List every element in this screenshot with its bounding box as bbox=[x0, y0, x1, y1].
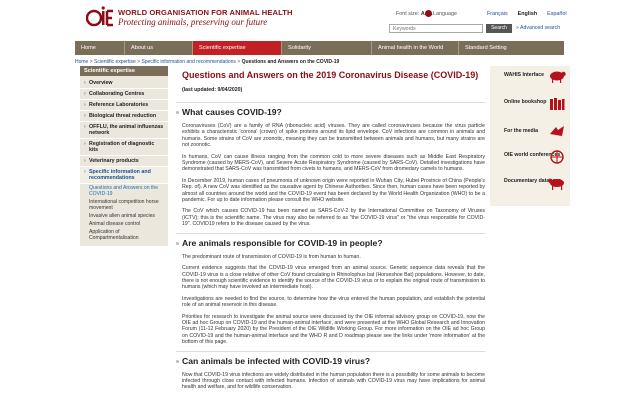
sidebar-subitem-invasive-species[interactable]: Invasive alien animal species bbox=[80, 212, 168, 220]
paragraph: In humans, CoV can cause illness ranging… bbox=[182, 153, 485, 173]
lang-espanol[interactable]: Español bbox=[547, 11, 566, 17]
section-heading: What causes COVID-19? bbox=[176, 102, 485, 117]
language-label: Language bbox=[433, 11, 457, 17]
sidebar-item-specific-info[interactable]: Specific information and recommendations bbox=[80, 167, 168, 184]
header: WORLD ORGANISATION FOR ANIMAL HEALTH Pro… bbox=[0, 0, 640, 38]
paragraph: Current evidence suggests that the COVID… bbox=[182, 265, 485, 291]
sidebar-subitem-horse-movement[interactable]: International competition horse movement bbox=[80, 198, 168, 212]
paragraph: The CoV which causes COVID-19 has been n… bbox=[182, 208, 485, 228]
nav-animal-health-world[interactable]: Animal health in the World bbox=[372, 41, 459, 55]
sidebar-list: Overview Collaborating Centres Reference… bbox=[80, 76, 168, 246]
nav-home[interactable]: Home bbox=[75, 41, 125, 55]
sidebar-item-reference-laboratories[interactable]: Reference Laboratories bbox=[80, 100, 168, 111]
sidebar-item-offlu[interactable]: OFFLU, the animal influenzas network bbox=[80, 122, 168, 139]
search-input[interactable] bbox=[389, 24, 483, 33]
font-size-label: Font size: bbox=[396, 11, 420, 17]
language-switcher: Français English Español bbox=[487, 11, 567, 17]
left-sidebar: Scientific expertise Overview Collaborat… bbox=[80, 66, 168, 336]
lang-english[interactable]: English bbox=[518, 11, 537, 17]
main-content: Questions and Answers on the 2019 Corona… bbox=[176, 66, 485, 400]
breadcrumb-specific-info[interactable]: Specific information and recommendations bbox=[141, 59, 236, 65]
nav-solidarity[interactable]: Solidarity bbox=[282, 41, 372, 55]
sidebar-item-collaborating-centres[interactable]: Collaborating Centres bbox=[80, 89, 168, 100]
right-sidebar: WAHIS Interface Online bookshop For the … bbox=[490, 66, 570, 206]
search-button[interactable]: Search bbox=[486, 24, 512, 33]
paragraph: Investigations are needed to find the so… bbox=[182, 295, 485, 309]
sidebar-title: Scientific expertise bbox=[80, 66, 168, 76]
cow-icon bbox=[548, 179, 564, 190]
sidebar-item-diagnostic-kits[interactable]: Registration of diagnostic kits bbox=[80, 139, 168, 156]
bullet-icon bbox=[176, 359, 179, 363]
sidebar-subitem-disease-control[interactable]: Animal disease control bbox=[80, 220, 168, 228]
org-tagline: Protecting animals, preserving our futur… bbox=[118, 17, 268, 27]
right-link-media[interactable]: For the media bbox=[504, 128, 538, 134]
right-link-bookshop[interactable]: Online bookshop bbox=[504, 99, 546, 105]
sheep-icon bbox=[550, 71, 566, 83]
language-icon bbox=[425, 10, 432, 17]
sidebar-subitem-covid19[interactable]: Questions and Answers on the COVID-19 bbox=[80, 184, 168, 198]
paragraph: The predominant route of transmission of… bbox=[182, 253, 361, 260]
oie-logo[interactable] bbox=[85, 5, 114, 31]
globe-icon bbox=[550, 150, 564, 164]
paragraph: Now that COVID-19 virus infections are w… bbox=[182, 371, 485, 391]
breadcrumb-home[interactable]: Home bbox=[75, 59, 88, 65]
right-link-wahis[interactable]: WAHIS Interface bbox=[504, 72, 544, 78]
org-name: WORLD ORGANISATION FOR ANIMAL HEALTH bbox=[118, 8, 293, 17]
page-title: Questions and Answers on the 2019 Corona… bbox=[182, 70, 479, 80]
lang-francais[interactable]: Français bbox=[487, 11, 508, 17]
advanced-search-link[interactable]: » Advanced search bbox=[516, 25, 560, 31]
breadcrumb-current: Questions and Answers on the COVID-19 bbox=[241, 59, 340, 65]
breadcrumb: Home > Scientific expertise > Specific i… bbox=[75, 59, 340, 65]
media-icon bbox=[550, 126, 564, 136]
nav-standard-setting[interactable]: Standard Setting bbox=[459, 41, 564, 55]
breadcrumb-scientific-expertise[interactable]: Scientific expertise bbox=[94, 59, 136, 65]
books-icon bbox=[550, 98, 565, 110]
sidebar-subitem-compartmentalisation[interactable]: Application of Compartmentalisation bbox=[80, 228, 168, 242]
section-heading: Are animals responsible for COVID-19 in … bbox=[176, 232, 485, 248]
bullet-icon bbox=[176, 241, 179, 245]
bullet-icon bbox=[176, 111, 179, 114]
sidebar-item-overview[interactable]: Overview bbox=[80, 78, 168, 89]
nav-scientific-expertise[interactable]: Scientific expertise bbox=[193, 41, 282, 55]
last-updated: (last updated: 9/04/2020) bbox=[182, 87, 243, 93]
paragraph: In December 2019, human cases of pneumon… bbox=[182, 177, 485, 204]
sidebar-item-biological-threat[interactable]: Biological threat reduction bbox=[80, 111, 168, 122]
nav-about-us[interactable]: About us bbox=[125, 41, 193, 55]
paragraph: Priorities for research to investigate t… bbox=[182, 313, 485, 346]
sidebar-item-veterinary-products[interactable]: Veterinary products bbox=[80, 156, 168, 167]
section-heading: Can animals be infected with COVID-19 vi… bbox=[176, 350, 485, 366]
main-nav: Home About us Scientific expertise Solid… bbox=[75, 41, 564, 55]
paragraph: Coronaviruses (CoV) are a family of RNA … bbox=[182, 123, 485, 149]
